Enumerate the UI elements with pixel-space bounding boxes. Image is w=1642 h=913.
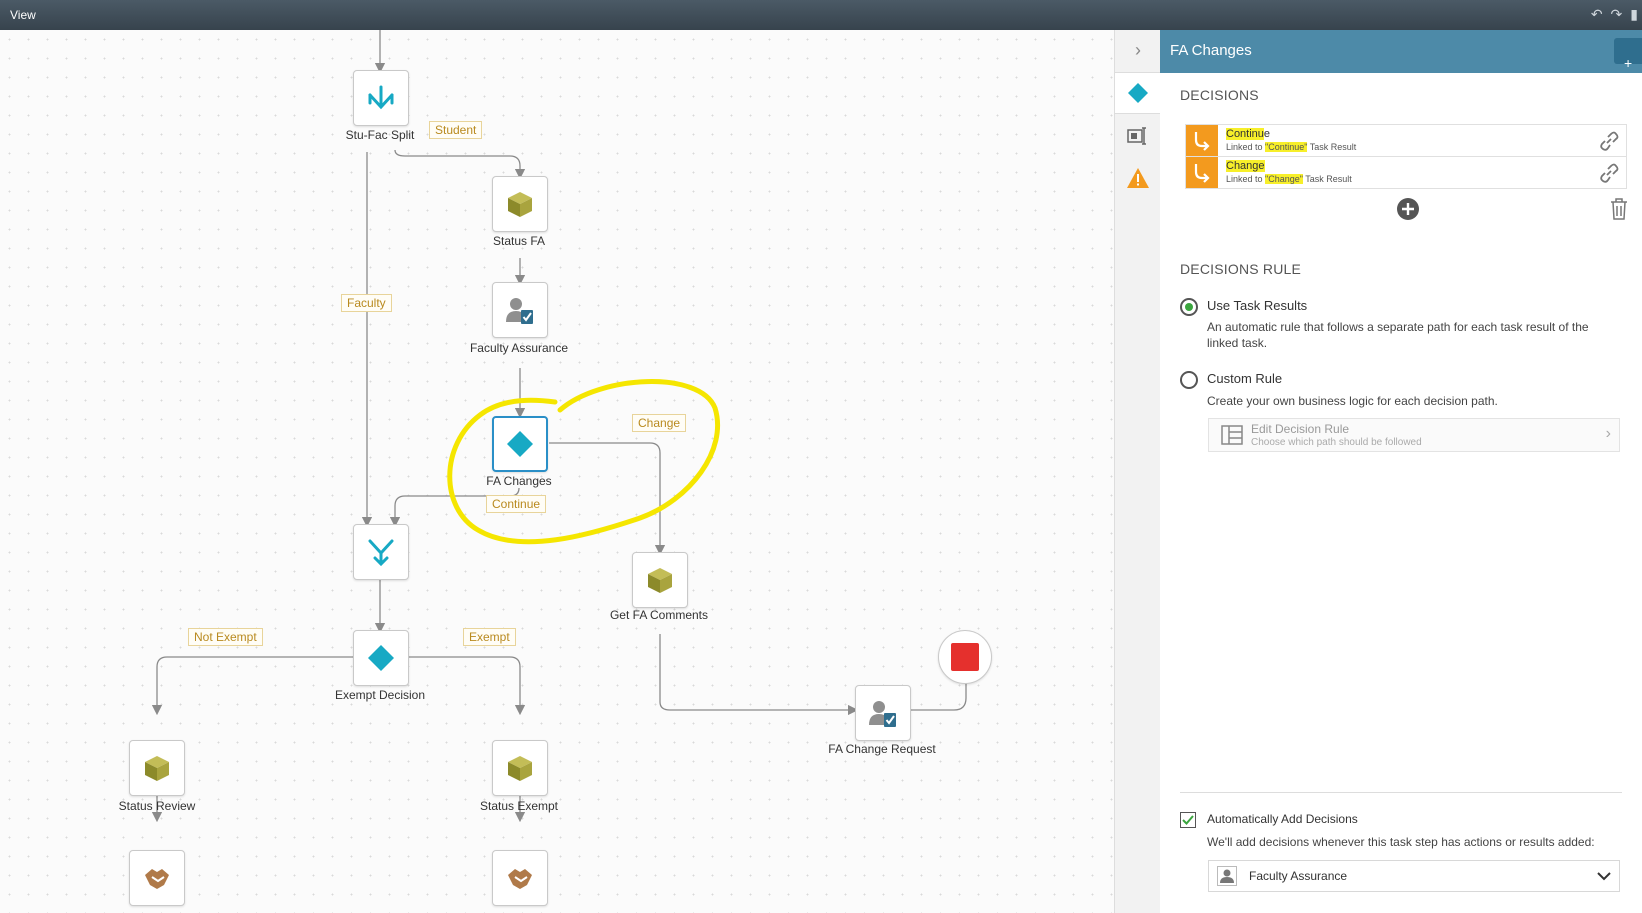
split-icon xyxy=(368,85,394,110)
divider xyxy=(1180,792,1622,793)
panel-pin-button[interactable]: + xyxy=(1614,38,1642,71)
edit-rule-title: Edit Decision Rule xyxy=(1251,422,1350,436)
edge-label-student: Student xyxy=(429,121,483,139)
plus-circle-icon xyxy=(1397,198,1419,220)
stu-fac-split-label: Stu-Fac Split xyxy=(345,128,415,142)
workflow-canvas[interactable]: Stu-Fac Split Student Status FA Faculty … xyxy=(0,30,1114,913)
link-icon[interactable] xyxy=(1598,162,1620,189)
highlight-annotation xyxy=(447,379,721,545)
fa-change-request-label: FA Change Request xyxy=(828,742,936,756)
link-icon[interactable] xyxy=(1598,130,1620,157)
add-decision-button[interactable] xyxy=(1396,197,1420,226)
exempt-decision-label: Exempt Decision xyxy=(334,688,426,702)
decision-row-continue[interactable]: Continue Linked to "Continue" Task Resul… xyxy=(1185,124,1627,157)
status-fa-label: Status FA xyxy=(492,234,546,248)
decisions-rule-header: DECISIONS RULE xyxy=(1180,261,1302,277)
option-title: Use Task Results xyxy=(1207,298,1308,313)
delete-decision-button[interactable] xyxy=(1610,198,1628,225)
panel-tab-rail: › xyxy=(1114,30,1162,913)
handshake-icon xyxy=(508,869,532,889)
status-review-node[interactable] xyxy=(129,740,185,796)
user-task-icon xyxy=(869,701,896,727)
package-icon xyxy=(508,192,532,217)
panel-header: FA Changes + xyxy=(1160,30,1642,73)
linked-task-value: Faculty Assurance xyxy=(1249,869,1348,883)
merge-node[interactable] xyxy=(353,524,409,580)
edge-label-continue: Continue xyxy=(486,495,547,513)
save-icon[interactable]: ▮ xyxy=(1630,6,1638,23)
rule-table-icon xyxy=(1221,425,1243,445)
decision-diamond-icon xyxy=(1128,83,1148,103)
fa-change-request-node[interactable] xyxy=(855,685,911,741)
decision-diamond-icon xyxy=(368,645,394,671)
package-icon xyxy=(145,756,169,781)
user-icon xyxy=(1217,866,1237,886)
properties-icon xyxy=(1127,127,1146,145)
collapse-panel-button[interactable]: › xyxy=(1115,30,1161,70)
top-toolbar: View ↶ ↷ ▮ xyxy=(0,0,1642,30)
edit-rule-subtitle: Choose which path should be followed xyxy=(1251,437,1422,448)
stop-icon xyxy=(951,643,979,671)
status-fa-node[interactable] xyxy=(492,176,548,232)
chevron-down-icon xyxy=(1597,872,1611,881)
handshake-icon xyxy=(145,869,169,889)
decision-name[interactable]: Change xyxy=(1226,160,1265,172)
tab-warnings[interactable] xyxy=(1115,158,1161,198)
auto-add-description: We'll add decisions whenever this task s… xyxy=(1207,835,1595,849)
fa-changes-label: FA Changes xyxy=(486,474,552,488)
status-exempt-node[interactable] xyxy=(492,740,548,796)
option-description: Create your own business logic for each … xyxy=(1207,394,1498,408)
fa-changes-node[interactable] xyxy=(492,416,548,472)
option-description: An automatic rule that follows a separat… xyxy=(1207,320,1589,350)
faculty-assurance-node[interactable] xyxy=(492,282,548,338)
edge-label-change: Change xyxy=(632,414,687,432)
user-task-icon xyxy=(506,298,533,324)
package-icon xyxy=(508,756,532,781)
redo-icon[interactable]: ↷ xyxy=(1611,6,1623,23)
decision-name[interactable]: Continue xyxy=(1226,128,1270,140)
get-fa-comments-node[interactable] xyxy=(632,552,688,608)
warning-icon xyxy=(1127,168,1149,188)
status-exempt-label: Status Exempt xyxy=(479,799,559,813)
edge-label-exempt: Exempt xyxy=(463,628,516,646)
package-icon xyxy=(648,568,672,593)
stu-fac-split-node[interactable] xyxy=(353,70,409,126)
radio-custom-rule[interactable] xyxy=(1180,371,1198,389)
decision-linked-result: Linked to "Continue" Task Result xyxy=(1226,142,1357,152)
get-fa-comments-label: Get FA Comments xyxy=(609,608,709,622)
edit-decision-rule-button[interactable]: Edit Decision Rule Choose which path sho… xyxy=(1208,418,1620,452)
decision-linked-result: Linked to "Change" Task Result xyxy=(1226,174,1352,184)
check-icon xyxy=(1182,815,1194,825)
handover-node[interactable] xyxy=(129,850,185,906)
trash-icon xyxy=(1611,198,1627,220)
decision-diamond-icon xyxy=(507,431,533,457)
tab-properties[interactable] xyxy=(1115,116,1161,156)
undo-icon[interactable]: ↶ xyxy=(1591,6,1603,23)
edge-label-not-exempt: Not Exempt xyxy=(188,628,263,646)
decisions-header: DECISIONS xyxy=(1180,87,1259,103)
chevron-right-icon: › xyxy=(1135,39,1141,60)
faculty-assurance-label: Faculty Assurance xyxy=(469,341,569,355)
decision-branch-icon xyxy=(1186,125,1218,156)
exempt-decision-node[interactable] xyxy=(353,630,409,686)
chevron-right-icon: › xyxy=(1605,425,1611,442)
add-icon: + xyxy=(1624,55,1633,71)
handover-node[interactable] xyxy=(492,850,548,906)
linked-task-select[interactable]: Faculty Assurance xyxy=(1208,860,1620,892)
radio-use-task-results[interactable] xyxy=(1180,298,1198,316)
properties-panel: FA Changes + DECISIONS Continue Linked t… xyxy=(1160,30,1642,913)
decision-row-change[interactable]: Change Linked to "Change" Task Result xyxy=(1185,156,1627,189)
status-review-label: Status Review xyxy=(118,799,196,813)
option-title: Custom Rule xyxy=(1207,371,1283,386)
view-menu[interactable]: View xyxy=(10,8,36,22)
tab-decisions[interactable] xyxy=(1115,72,1161,114)
auto-add-decisions-checkbox[interactable] xyxy=(1180,812,1196,828)
auto-add-label: Automatically Add Decisions xyxy=(1207,812,1358,826)
decision-branch-icon xyxy=(1186,157,1218,188)
panel-title: FA Changes xyxy=(1170,42,1252,59)
edge-label-faculty: Faculty xyxy=(341,294,392,312)
merge-icon xyxy=(368,539,394,567)
end-node[interactable] xyxy=(938,630,992,684)
